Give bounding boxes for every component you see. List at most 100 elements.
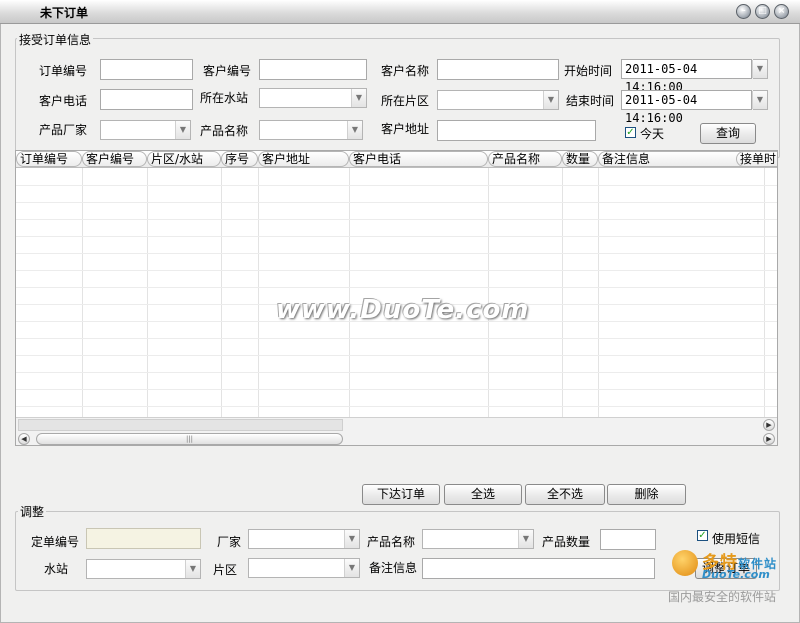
adjust-manufacturer-select[interactable]: ▼ <box>248 529 360 549</box>
product-name-label: 产品名称 <box>200 124 249 138</box>
adjust-group-title: 调整 <box>18 503 47 520</box>
scroll-track[interactable] <box>18 419 343 431</box>
horizontal-scrollbar[interactable]: ▶ ◀ ||| ▶ <box>16 417 777 445</box>
column-divider <box>147 168 148 417</box>
column-header[interactable]: 数量 <box>562 151 598 167</box>
scroll-left-icon[interactable]: ◀ <box>18 433 30 445</box>
manufacturer-label: 产品厂家 <box>39 123 88 137</box>
row-divider <box>16 270 777 271</box>
today-checkbox[interactable]: ✓ <box>625 127 636 138</box>
column-header[interactable]: 客户编号 <box>82 151 147 167</box>
maximize-icon[interactable]: □ <box>755 4 770 19</box>
customer-no-input[interactable] <box>259 59 367 80</box>
chevron-down-icon: ▼ <box>347 121 362 139</box>
column-divider <box>488 168 489 417</box>
title-bar: 未下订单 – □ × <box>0 0 800 24</box>
start-time-label: 开始时间 <box>564 64 613 78</box>
today-label: 今天 <box>640 127 665 141</box>
receive-order-group-title: 接受订单信息 <box>17 31 94 48</box>
close-icon[interactable]: × <box>774 4 789 19</box>
chevron-down-icon: ▼ <box>752 60 767 78</box>
use-sms-label: 使用短信 <box>712 532 761 546</box>
table-header: 订单编号 客户编号 片区/水站 序号 客户地址 客户电话 产品名称 数量 备注信… <box>16 151 777 168</box>
column-header[interactable]: 接单时间 <box>736 151 777 167</box>
row-divider <box>16 372 777 373</box>
adjust-area-label: 片区 <box>213 563 238 577</box>
row-divider <box>16 202 777 203</box>
scroll-right-icon[interactable]: ▶ <box>763 433 775 445</box>
row-divider <box>16 219 777 220</box>
chevron-down-icon: ▼ <box>344 559 359 577</box>
chevron-down-icon: ▼ <box>344 530 359 548</box>
row-divider <box>16 355 777 356</box>
customer-no-label: 客户编号 <box>203 64 252 78</box>
customer-name-label: 客户名称 <box>381 64 430 78</box>
customer-address-input[interactable] <box>437 120 596 141</box>
adjust-station-label: 水站 <box>44 562 69 576</box>
column-header[interactable]: 客户地址 <box>258 151 349 167</box>
adjust-product-qty-label: 产品数量 <box>542 535 591 549</box>
column-divider <box>258 168 259 417</box>
adjust-station-select[interactable]: ▼ <box>86 559 201 579</box>
chevron-down-icon: ▼ <box>185 560 200 578</box>
use-sms-checkbox[interactable]: ✓ <box>697 530 708 541</box>
end-time-picker[interactable]: 2011-05-04 14:16:00 <box>621 90 752 125</box>
row-divider <box>16 287 777 288</box>
row-divider <box>16 185 777 186</box>
start-time-dropdown[interactable]: ▼ <box>752 59 768 79</box>
adjust-order-no-input <box>86 528 201 549</box>
scroll-thumb[interactable]: ||| <box>36 433 343 445</box>
column-header[interactable]: 序号 <box>221 151 258 167</box>
order-no-input[interactable] <box>100 59 193 80</box>
column-header[interactable]: 片区/水站 <box>147 151 221 167</box>
column-divider <box>221 168 222 417</box>
row-divider <box>16 253 777 254</box>
customer-phone-input[interactable] <box>100 89 193 110</box>
column-divider <box>349 168 350 417</box>
query-button[interactable]: 查询 <box>700 123 756 144</box>
chevron-down-icon: ▼ <box>752 91 767 109</box>
column-divider <box>82 168 83 417</box>
select-all-button[interactable]: 全选 <box>444 484 522 505</box>
customer-phone-label: 客户电话 <box>39 94 88 108</box>
scroll-right-icon[interactable]: ▶ <box>763 419 775 431</box>
customer-name-input[interactable] <box>437 59 559 80</box>
minimize-icon[interactable]: – <box>736 4 751 19</box>
adjust-area-select[interactable]: ▼ <box>248 558 360 578</box>
start-time-picker[interactable]: 2011-05-04 14:16:00 <box>621 59 752 94</box>
end-time-dropdown[interactable]: ▼ <box>752 90 768 110</box>
adjust-remark-input[interactable] <box>422 558 655 579</box>
chevron-down-icon: ▼ <box>518 530 533 548</box>
adjust-remark-label: 备注信息 <box>369 561 418 575</box>
column-header[interactable]: 产品名称 <box>488 151 562 167</box>
column-header[interactable]: 订单编号 <box>16 151 82 167</box>
adjust-product-name-select[interactable]: ▼ <box>422 529 534 549</box>
watermark: www.DuoTe.com <box>276 295 530 325</box>
window-title: 未下订单 <box>40 6 89 20</box>
column-divider <box>562 168 563 417</box>
row-divider <box>16 406 777 407</box>
row-divider <box>16 236 777 237</box>
product-name-select[interactable]: ▼ <box>259 120 363 140</box>
station-select[interactable]: ▼ <box>259 88 367 108</box>
chevron-down-icon: ▼ <box>175 121 190 139</box>
area-select[interactable]: ▼ <box>437 90 559 110</box>
issue-order-button[interactable]: 下达订单 <box>362 484 440 505</box>
row-divider <box>16 389 777 390</box>
adjust-product-qty-input[interactable] <box>600 529 656 550</box>
column-divider <box>598 168 599 417</box>
adjust-group <box>15 511 780 591</box>
logo-badge-icon <box>672 550 698 576</box>
column-header[interactable]: 客户电话 <box>349 151 488 167</box>
end-time-label: 结束时间 <box>566 94 615 108</box>
row-divider <box>16 338 777 339</box>
adjust-manufacturer-label: 厂家 <box>217 535 242 549</box>
order-no-label: 订单编号 <box>39 64 88 78</box>
site-logo: 多特软件站 DuoTe.com 国内最安全的软件站 <box>668 548 796 604</box>
delete-button[interactable]: 删除 <box>607 484 686 505</box>
chevron-down-icon: ▼ <box>351 89 366 107</box>
select-none-button[interactable]: 全不选 <box>525 484 605 505</box>
manufacturer-select[interactable]: ▼ <box>100 120 191 140</box>
area-label: 所在片区 <box>381 94 430 108</box>
customer-address-label: 客户地址 <box>381 122 430 136</box>
